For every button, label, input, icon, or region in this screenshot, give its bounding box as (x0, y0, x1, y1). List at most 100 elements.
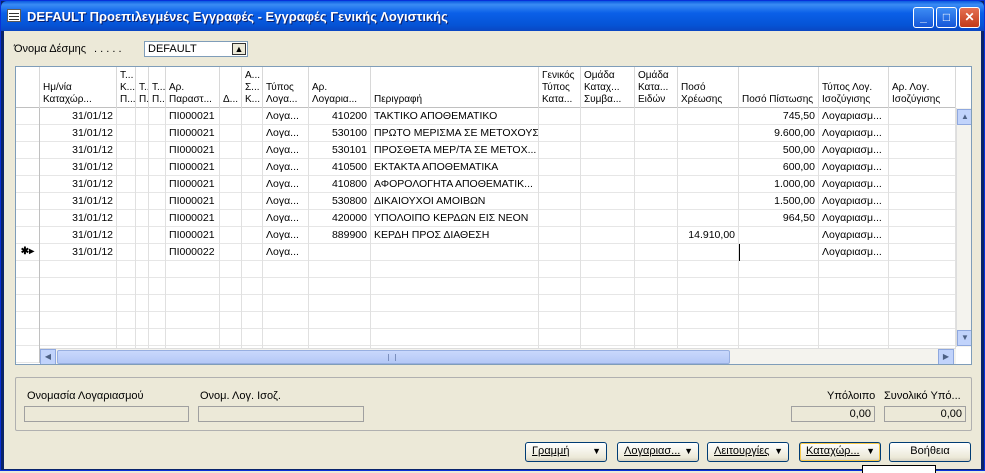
cell-acc[interactable] (309, 295, 371, 312)
cell-gen[interactable] (539, 142, 581, 159)
cell-credit[interactable]: 500,00 (739, 142, 819, 159)
table-row[interactable]: 31/01/12 ΠΙ000021 Λογα... 530100 ΠΡΩΤΟ ΜΕΡΙΣ… (16, 125, 956, 142)
row-marker[interactable] (16, 295, 40, 312)
column-header-doc[interactable]: Αρ. Παραστ... (166, 67, 220, 108)
cell-credit[interactable] (739, 261, 819, 278)
cell-grp2[interactable] (635, 108, 678, 125)
cell-c3[interactable] (136, 125, 149, 142)
cell-c6[interactable] (220, 261, 242, 278)
cell-date[interactable]: 31/01/12 (40, 176, 117, 193)
cell-balacc[interactable] (889, 261, 956, 278)
empty-table-row[interactable] (16, 295, 956, 312)
cell-gen[interactable] (539, 295, 581, 312)
cell-balacc[interactable] (889, 176, 956, 193)
cell-doc[interactable] (166, 261, 220, 278)
cell-c7[interactable] (242, 312, 263, 329)
cell-baltype[interactable]: Λογαριασμ... (819, 193, 889, 210)
cell-debit[interactable] (678, 108, 739, 125)
cell-c7[interactable] (242, 227, 263, 244)
cell-credit[interactable]: 9.600,00 (739, 125, 819, 142)
cell-grp1[interactable] (581, 108, 635, 125)
cell-c4[interactable] (149, 227, 166, 244)
cell-gen[interactable] (539, 176, 581, 193)
column-header-desc[interactable]: Περιγραφή (371, 67, 539, 108)
cell-balacc[interactable] (889, 142, 956, 159)
row-marker[interactable] (16, 227, 40, 244)
cell-c2[interactable] (117, 159, 136, 176)
cell-doc[interactable] (166, 295, 220, 312)
cell-type[interactable]: Λογα... (263, 125, 309, 142)
cell-grp2[interactable] (635, 125, 678, 142)
horizontal-scroll-thumb[interactable] (57, 350, 730, 364)
cell-grp2[interactable] (635, 227, 678, 244)
cell-credit[interactable]: 1.500,00 (739, 193, 819, 210)
cell-c6[interactable] (220, 227, 242, 244)
cell-gen[interactable] (539, 193, 581, 210)
cell-balacc[interactable] (889, 329, 956, 346)
cell-doc[interactable]: ΠΙ000021 (166, 227, 220, 244)
cell-credit[interactable] (739, 295, 819, 312)
close-button[interactable]: ✕ (959, 7, 980, 28)
help-button[interactable]: Βοήθεια (889, 442, 971, 462)
cell-c3[interactable] (136, 278, 149, 295)
cell-date[interactable]: 31/01/12 (40, 159, 117, 176)
cell-c7[interactable] (242, 193, 263, 210)
cell-balacc[interactable] (889, 278, 956, 295)
cell-debit[interactable] (678, 142, 739, 159)
cell-c2[interactable] (117, 278, 136, 295)
cell-baltype[interactable]: Λογαριασμ... (819, 227, 889, 244)
cell-gen[interactable] (539, 312, 581, 329)
cell-acc[interactable]: 420000 (309, 210, 371, 227)
cell-grp1[interactable] (581, 176, 635, 193)
cell-date[interactable] (40, 329, 117, 346)
cell-acc[interactable]: 530101 (309, 142, 371, 159)
cell-debit[interactable] (678, 329, 739, 346)
empty-table-row[interactable] (16, 261, 956, 278)
cell-acc[interactable]: 410500 (309, 159, 371, 176)
cell-type[interactable] (263, 329, 309, 346)
cell-c6[interactable] (220, 278, 242, 295)
row-marker[interactable] (16, 210, 40, 227)
cell-c2[interactable] (117, 312, 136, 329)
cell-gen[interactable] (539, 329, 581, 346)
cell-type[interactable]: Λογα... (263, 176, 309, 193)
cell-date[interactable]: 31/01/12 (40, 193, 117, 210)
cell-credit[interactable] (739, 312, 819, 329)
cell-date[interactable]: 31/01/12 (40, 108, 117, 125)
cell-gen[interactable] (539, 244, 581, 261)
empty-table-row[interactable] (16, 278, 956, 295)
cell-gen[interactable] (539, 125, 581, 142)
cell-grp1[interactable] (581, 312, 635, 329)
cell-type[interactable] (263, 278, 309, 295)
cell-debit[interactable] (678, 244, 739, 261)
scroll-right-button[interactable]: ▶ (938, 349, 954, 364)
cell-desc[interactable] (371, 312, 539, 329)
cell-grp1[interactable] (581, 261, 635, 278)
cell-c2[interactable] (117, 227, 136, 244)
cell-date[interactable]: 31/01/12 (40, 125, 117, 142)
column-header-c4[interactable]: Τ... Π... (149, 67, 166, 108)
cell-credit[interactable] (739, 329, 819, 346)
cell-c4[interactable] (149, 295, 166, 312)
line-menu-button[interactable]: Γραμμή ▼ (525, 442, 607, 462)
cell-type[interactable]: Λογα... (263, 142, 309, 159)
cell-balacc[interactable] (889, 125, 956, 142)
column-header-grp1[interactable]: Ομάδα Καταχ... Συμβα... (581, 67, 635, 108)
cell-grp1[interactable] (581, 278, 635, 295)
cell-c3[interactable] (136, 210, 149, 227)
title-bar[interactable]: DEFAULT Προεπιλεγμένες Εγγραφές - Εγγραφ… (1, 1, 984, 31)
batch-lookup-button[interactable]: ▲ (232, 43, 246, 55)
cell-c4[interactable] (149, 278, 166, 295)
column-header-c3[interactable]: Τ... Π... (136, 67, 149, 108)
cell-baltype[interactable] (819, 261, 889, 278)
table-row[interactable]: 31/01/12 ΠΙ000021 Λογα... 530800 ΔΙΚΑΙΟΥΧΟΙ … (16, 193, 956, 210)
column-header-type[interactable]: Τύπος Λογα... (263, 67, 309, 108)
table-row[interactable]: 31/01/12 ΠΙ000021 Λογα... 530101 ΠΡΟΣΘΕΤΑ ΜΕ… (16, 142, 956, 159)
cell-c3[interactable] (136, 261, 149, 278)
cell-credit[interactable]: 1.000,00 (739, 176, 819, 193)
cell-c3[interactable] (136, 329, 149, 346)
row-marker[interactable] (16, 176, 40, 193)
horizontal-scrollbar[interactable]: ◀ ▶ (40, 348, 956, 364)
cell-c3[interactable] (136, 159, 149, 176)
table-row[interactable]: ✱▸ 31/01/12 ΠΙ000022 Λογα... Λογαριασμ... (16, 244, 956, 261)
